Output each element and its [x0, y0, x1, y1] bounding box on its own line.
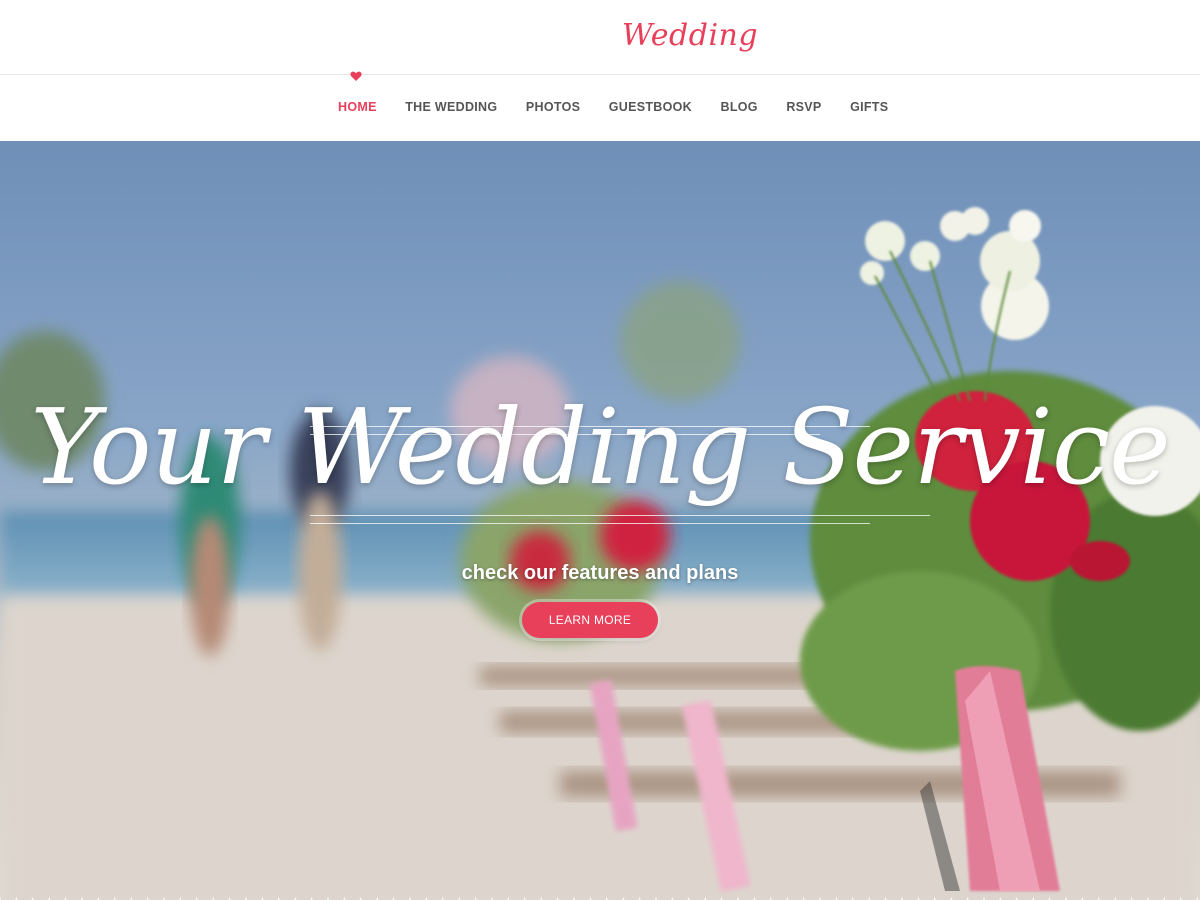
hero-background-image: [0, 207, 1200, 900]
hero-subtitle: check our features and plans: [461, 562, 739, 584]
site-logo[interactable]: Wedding: [622, 18, 758, 53]
nav-item-gifts[interactable]: GIFTS: [850, 100, 888, 114]
scalloped-edge-divider: [0, 896, 1200, 900]
hero-title: Your Wedding Service: [30, 386, 1170, 508]
nav-item-the-wedding[interactable]: THE WEDDING: [405, 100, 497, 114]
site-header: Wedding: [0, 0, 1200, 75]
title-decoration-line-bottom-2: [310, 523, 870, 524]
nav-list: HOME THE WEDDING PHOTOS GUESTBOOK BLOG R…: [338, 100, 917, 114]
heart-icon: [350, 71, 362, 81]
nav-item-guestbook[interactable]: GUESTBOOK: [609, 100, 692, 114]
title-decoration-line-bottom: [310, 515, 930, 516]
main-navigation: HOME THE WEDDING PHOTOS GUESTBOOK BLOG R…: [0, 71, 1200, 141]
learn-more-button[interactable]: LEARN MORE: [522, 602, 658, 638]
nav-item-photos[interactable]: PHOTOS: [526, 100, 580, 114]
hero-banner: Your Wedding Service check our features …: [0, 141, 1200, 900]
nav-item-home[interactable]: HOME: [338, 100, 377, 114]
nav-item-rsvp[interactable]: RSVP: [786, 100, 821, 114]
nav-item-blog[interactable]: BLOG: [721, 100, 758, 114]
